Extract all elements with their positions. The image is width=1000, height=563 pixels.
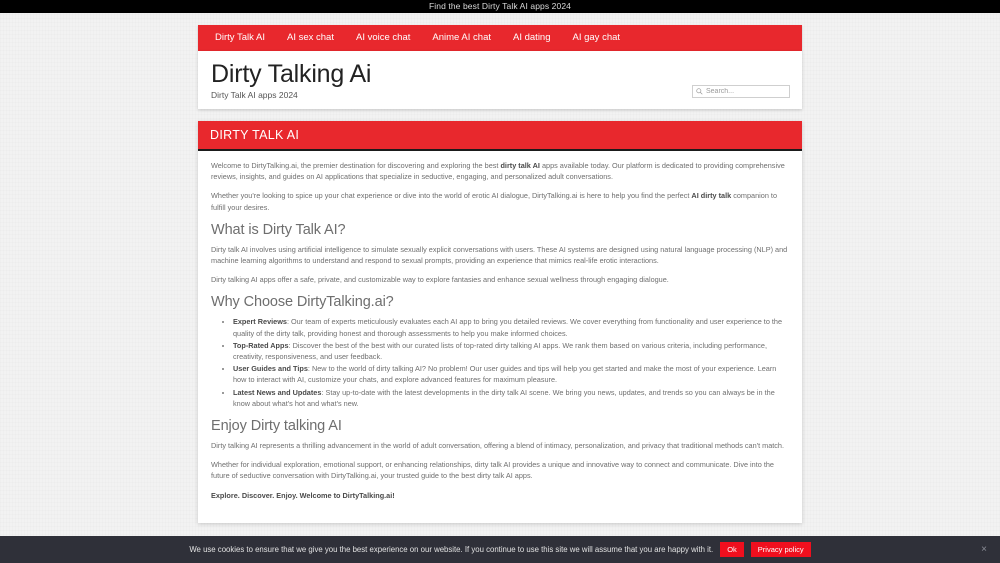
nav-item-dirty-talk-ai[interactable]: Dirty Talk AI bbox=[210, 25, 276, 51]
panel-body: Welcome to DirtyTalking.ai, the premier … bbox=[198, 151, 802, 501]
what-is-paragraph-2: Dirty talking AI apps offer a safe, priv… bbox=[211, 275, 669, 285]
section-heading-what-is: What is Dirty Talk AI? bbox=[211, 221, 346, 238]
intro-paragraph-2: Whether you're looking to spice up your … bbox=[211, 190, 789, 212]
intro-paragraph-1: Welcome to DirtyTalking.ai, the premier … bbox=[211, 160, 789, 182]
intro-1-bold: dirty talk AI bbox=[500, 161, 540, 170]
page-title: DIRTY TALK AI bbox=[210, 128, 300, 142]
nav-item-ai-sex-chat[interactable]: AI sex chat bbox=[276, 25, 345, 51]
close-icon[interactable]: × bbox=[981, 544, 987, 555]
list-item: Expert Reviews: Our team of experts meti… bbox=[233, 316, 789, 338]
site-tagline: Dirty Talk AI apps 2024 bbox=[211, 90, 298, 100]
cookie-message: We use cookies to ensure that we give yo… bbox=[189, 545, 714, 554]
enjoy-paragraph-2: Whether for individual exploration, emot… bbox=[211, 460, 774, 481]
cookie-consent-banner: We use cookies to ensure that we give yo… bbox=[0, 536, 1000, 563]
section-heading-why-choose: Why Choose DirtyTalking.ai? bbox=[211, 294, 394, 311]
intro-1-text-a: Welcome to DirtyTalking.ai, the premier … bbox=[211, 161, 501, 170]
why-choose-list: Expert Reviews: Our team of experts meti… bbox=[233, 316, 789, 409]
search-icon bbox=[696, 88, 703, 95]
list-item: User Guides and Tips: New to the world o… bbox=[233, 363, 789, 385]
why-item-term: Expert Reviews bbox=[233, 317, 287, 327]
why-item-text: : New to the world of dirty talking AI? … bbox=[233, 364, 777, 385]
why-item-term: Latest News and Updates bbox=[233, 387, 322, 397]
why-item-text: : Discover the best of the best with our… bbox=[233, 340, 767, 362]
top-announcement-bar: Find the best Dirty Talk AI apps 2024 bbox=[0, 0, 1000, 13]
what-is-paragraph-1: Dirty talk AI involves using artificial … bbox=[211, 244, 788, 266]
enjoy-paragraph-1: Dirty talking AI represents a thrilling … bbox=[211, 441, 785, 451]
cookie-ok-button[interactable]: Ok bbox=[720, 542, 744, 557]
list-item: Top-Rated Apps: Discover the best of the… bbox=[233, 340, 789, 362]
panel-header: DIRTY TALK AI bbox=[198, 121, 802, 151]
main-navigation: Dirty Talk AI AI sex chat AI voice chat … bbox=[198, 25, 802, 51]
search-input[interactable] bbox=[703, 88, 786, 95]
main-content-panel: DIRTY TALK AI Welcome to DirtyTalking.ai… bbox=[198, 121, 802, 523]
nav-item-ai-gay-chat[interactable]: AI gay chat bbox=[562, 25, 632, 51]
top-announcement-text: Find the best Dirty Talk AI apps 2024 bbox=[429, 1, 571, 11]
section-heading-enjoy: Enjoy Dirty talking AI bbox=[211, 418, 342, 435]
why-item-term: User Guides and Tips bbox=[233, 364, 308, 374]
intro-2-text-a: Whether you're looking to spice up your … bbox=[211, 191, 692, 201]
why-item-text: : Our team of experts meticulously evalu… bbox=[233, 317, 783, 338]
list-item: Latest News and Updates: Stay up-to-date… bbox=[233, 387, 789, 409]
page-container: Dirty Talk AI AI sex chat AI voice chat … bbox=[198, 13, 802, 563]
site-header: Dirty Talking Ai Dirty Talk AI apps 2024 bbox=[198, 51, 802, 109]
nav-item-ai-voice-chat[interactable]: AI voice chat bbox=[345, 25, 421, 51]
closing-statement: Explore. Discover. Enjoy. Welcome to Dir… bbox=[211, 490, 395, 500]
brand-block: Dirty Talking Ai Dirty Talk AI apps 2024 bbox=[210, 59, 371, 100]
intro-2-bold: AI dirty talk bbox=[691, 191, 732, 201]
why-item-term: Top-Rated Apps bbox=[233, 340, 289, 350]
nav-item-ai-dating[interactable]: AI dating bbox=[502, 25, 562, 51]
search-box[interactable] bbox=[692, 85, 790, 98]
nav-item-anime-ai-chat[interactable]: Anime AI chat bbox=[421, 25, 502, 51]
cookie-privacy-policy-button[interactable]: Privacy policy bbox=[750, 542, 811, 557]
site-title[interactable]: Dirty Talking Ai bbox=[211, 59, 371, 89]
